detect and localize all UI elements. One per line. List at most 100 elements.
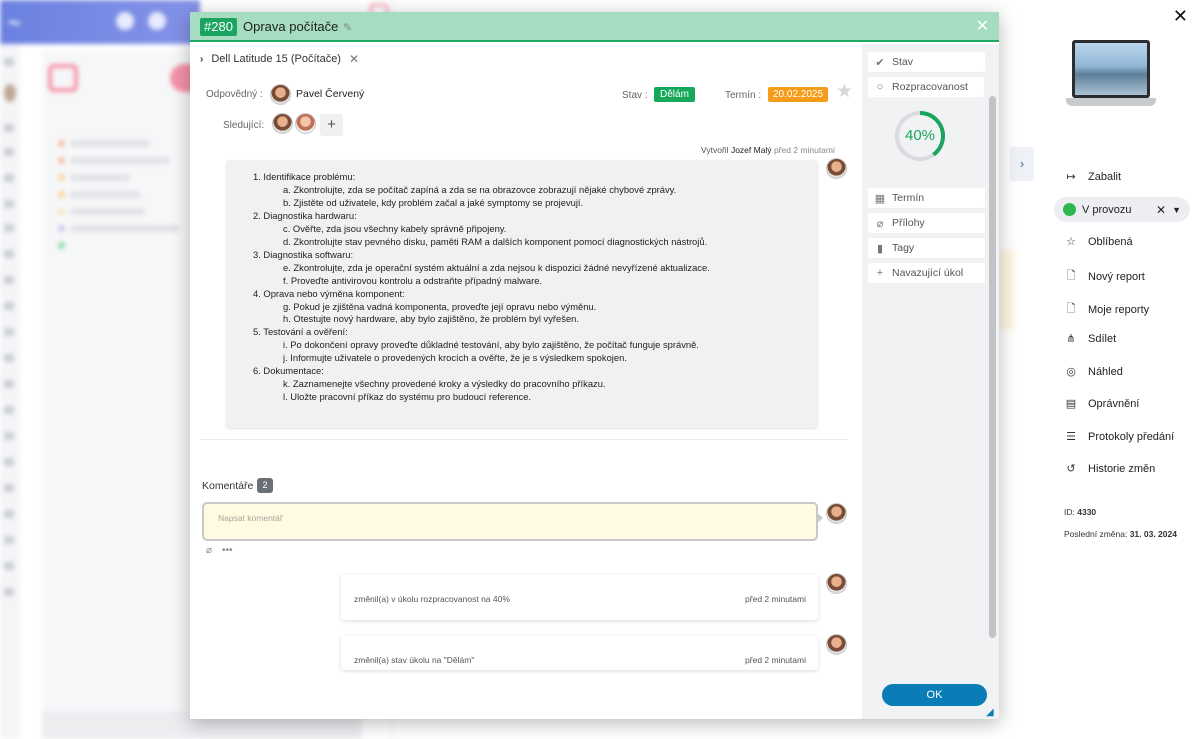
preview-button[interactable]: ◎ Náhled [1064, 365, 1123, 379]
followup-task-button[interactable]: + Navazující úkol [868, 263, 985, 283]
close-icon[interactable]: ✕ [1173, 6, 1188, 27]
calendar-icon: ▦ [874, 192, 886, 205]
history-label: Historie změn [1088, 462, 1156, 475]
last-change-value: 31. 03. 2024 [1129, 529, 1177, 539]
share-icon: ⋔ [1066, 333, 1076, 345]
new-report-label: Nový report [1088, 270, 1145, 283]
permissions-button[interactable]: ▤ Oprávnění [1064, 397, 1140, 411]
close-icon[interactable]: ✕ [976, 16, 989, 36]
my-reports-label: Moje reporty [1088, 303, 1150, 316]
state-button-label: Stav [892, 56, 914, 68]
description-list: 1. Identifikace problému: a. Zkontrolujt… [226, 171, 818, 404]
list-item: 4. Oprava nebo výměna komponent: [253, 287, 405, 299]
clear-icon[interactable]: ✕ [1156, 203, 1166, 217]
record-id: ID: 4330 [1064, 507, 1096, 517]
my-reports-button[interactable]: 🗋 Moje reporty [1064, 300, 1150, 319]
chevron-right-icon[interactable]: › [200, 54, 203, 65]
avatar [826, 634, 847, 655]
chevron-down-icon[interactable]: ▼ [1172, 205, 1181, 215]
comment-tools: ⌀ ••• [206, 545, 233, 556]
list-item: f. Proveďte antivirovou kontrolu a odstr… [283, 274, 543, 286]
tags-button[interactable]: ▮ Tagy [868, 238, 985, 258]
paperclip-icon: ⌀ [876, 217, 884, 230]
activity-text: změnil(a) v úkolu rozpracovanost na 40% [354, 594, 510, 604]
task-id-badge: #280 [200, 18, 237, 36]
avatar [272, 113, 293, 134]
share-button[interactable]: ⋔ Sdílet [1064, 332, 1117, 346]
tags-button-label: Tagy [892, 242, 915, 254]
deadline-badge[interactable]: 20.02.2025 [768, 87, 829, 102]
history-icon: ↺ [1066, 463, 1076, 475]
chevron-right-icon[interactable]: › [1010, 147, 1034, 181]
id-label: ID: [1064, 507, 1075, 517]
comments-count-badge: 2 [257, 478, 273, 493]
progress-button[interactable]: ○ Rozpracovanost [868, 77, 984, 97]
handover-protocols-button[interactable]: ☰ Protokoly předání [1064, 430, 1174, 444]
protocol-icon: ☰ [1066, 431, 1076, 443]
star-icon[interactable]: ★ [836, 80, 853, 103]
responsible-name[interactable]: Pavel Červený [296, 88, 364, 100]
list-item: i. Po dokončení opravy proveďte důkladné… [283, 339, 699, 351]
activity-text: změnil(a) stav úkolu na "Dělám" [354, 655, 475, 665]
progress-button-label: Rozpracovanost [892, 81, 968, 93]
task-description: 1. Identifikace problému: a. Zkontrolujt… [226, 160, 818, 428]
pencil-icon[interactable]: ✎ [343, 21, 352, 34]
list-item: e. Zkontrolujte, zda je operační systém … [283, 261, 710, 273]
comment-input[interactable]: Napsat komentář [202, 502, 818, 541]
state-badge[interactable]: Dělám [654, 87, 695, 102]
permissions-label: Oprávnění [1088, 397, 1140, 410]
activity-time: před 2 minutami [745, 594, 806, 604]
paperclip-icon[interactable]: ⌀ [206, 545, 212, 556]
status-select[interactable]: V provozu ✕ ▼ [1054, 197, 1190, 222]
favorites-button[interactable]: ☆ Oblíbená [1064, 235, 1133, 249]
list-item: d. Zkontrolujte stav pevného disku, pamě… [283, 235, 708, 247]
progress-ring: 40% [892, 108, 948, 164]
document-icon: 🗋 [1066, 303, 1076, 315]
check-icon: ✔ [875, 56, 885, 69]
followup-task-label: Navazující úkol [892, 267, 964, 279]
new-report-button[interactable]: 🗋 Nový report [1064, 267, 1145, 286]
list-item: 2. Diagnostika hardwaru: [253, 209, 357, 221]
avatar [826, 573, 847, 594]
status-value: V provozu [1082, 203, 1132, 216]
id-card-icon: ▤ [1065, 398, 1077, 410]
list-item: l. Uložte pracovní příkaz do systému pro… [283, 391, 532, 403]
share-label: Sdílet [1088, 332, 1117, 345]
attachments-button-label: Přílohy [892, 217, 925, 229]
document-icon: 🗋 [1066, 270, 1076, 282]
avatar [826, 158, 847, 179]
modal-header: #280 Oprava počítače ✎ ✕ [190, 12, 999, 42]
deadline-button-label: Termín [892, 192, 925, 204]
status-dot [1063, 203, 1076, 216]
remove-icon[interactable]: ✕ [349, 52, 359, 66]
collapse-button[interactable]: ↦ Zabalit [1064, 170, 1121, 184]
ok-button[interactable]: OK [882, 684, 987, 706]
list-item: 6. Dokumentace: [253, 365, 324, 377]
app-highlight [1000, 250, 1014, 330]
attachments-button[interactable]: ⌀ Přílohy [868, 213, 985, 233]
scrollbar[interactable] [989, 96, 996, 638]
deadline-button[interactable]: ▦ Termín [868, 188, 985, 208]
app-header: ~ [0, 0, 200, 44]
avatar [826, 503, 847, 524]
history-button[interactable]: ↺ Historie změn [1064, 462, 1156, 476]
list-item: a. Zkontrolujte, zda se počítač zapíná a… [283, 183, 677, 195]
preview-label: Náhled [1088, 365, 1123, 378]
list-item: j. Informujte uživatele o provedených kr… [283, 352, 627, 364]
breadcrumb: › Dell Latitude 15 (Počítače) ✕ [200, 52, 359, 66]
header-icon [116, 12, 134, 30]
list-item: 3. Diagnostika softwaru: [253, 248, 354, 260]
created-time: před 2 minutami [773, 145, 835, 155]
add-follower-button[interactable]: + [320, 114, 343, 136]
bookmark-icon: ▮ [876, 242, 884, 255]
app-rail [0, 44, 20, 739]
resize-handle-icon[interactable]: ◢ [986, 707, 994, 718]
breadcrumb-item[interactable]: Dell Latitude 15 (Počítače) [211, 53, 341, 65]
favorites-label: Oblíbená [1088, 235, 1133, 248]
more-icon[interactable]: ••• [222, 545, 233, 556]
divider [200, 439, 848, 440]
last-change-label: Poslední změna: [1064, 529, 1128, 539]
detail-side-panel: ✕ ↦ Zabalit V provozu ✕ ▼ ☆ Oblíbená 🗋 N… [1036, 0, 1200, 739]
progress-value: 40% [904, 127, 936, 144]
state-button[interactable]: ✔ Stav [868, 52, 985, 72]
